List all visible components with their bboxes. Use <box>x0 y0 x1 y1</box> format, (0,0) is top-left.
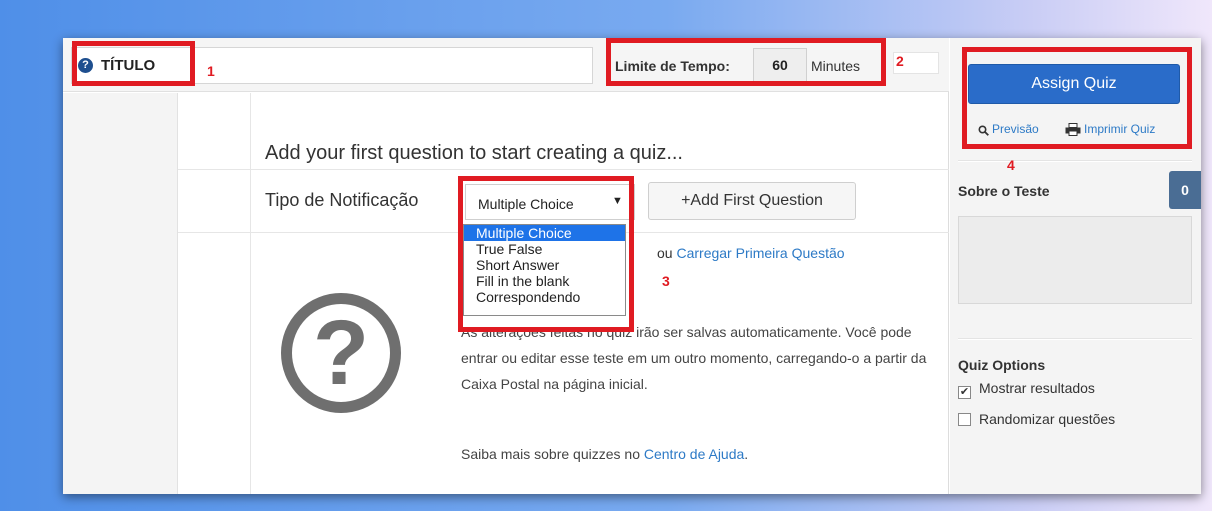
highlight-box-assign <box>962 47 1192 149</box>
or-text: ou <box>657 245 677 261</box>
help-info: Saiba mais sobre quizzes no Centro de Aj… <box>461 441 941 467</box>
show-results-checkbox[interactable]: ✔ <box>958 386 971 399</box>
question-count-badge: 0 <box>1169 171 1201 209</box>
randomize-questions-option[interactable]: Randomizar questões <box>958 411 1115 427</box>
annotation-number: 1 <box>207 63 215 79</box>
highlight-box-title <box>72 41 195 86</box>
help-suffix: . <box>744 446 749 462</box>
annotation-number: 2 <box>896 53 904 69</box>
question-mark-icon: ? <box>281 293 401 413</box>
sidebar-divider <box>958 338 1192 340</box>
help-center-link[interactable]: Centro de Ajuda <box>644 446 744 462</box>
upload-question-line: ou Carregar Primeira Questão <box>657 245 845 261</box>
column-divider <box>250 93 251 494</box>
randomize-questions-checkbox[interactable] <box>958 413 971 426</box>
show-results-label: Mostrar resultados <box>979 380 1095 396</box>
empty-quiz-heading: Add your first question to start creatin… <box>265 142 683 164</box>
highlight-box-question-type <box>458 176 634 332</box>
randomize-questions-label: Randomizar questões <box>979 411 1116 427</box>
row-divider <box>178 169 949 170</box>
upload-first-question-link[interactable]: Carregar Primeira Questão <box>676 245 844 261</box>
highlight-box-time-limit <box>606 38 886 86</box>
about-quiz-textarea[interactable] <box>958 216 1192 304</box>
help-text: Saiba mais sobre quizzes no <box>461 446 644 462</box>
sidebar-divider <box>958 160 1192 162</box>
quiz-options-title: Quiz Options <box>958 357 1046 373</box>
annotation-number: 3 <box>662 273 670 289</box>
annotation-number: 4 <box>1007 157 1015 173</box>
about-quiz-title: Sobre o Teste <box>958 183 1050 199</box>
question-list-column <box>63 93 178 494</box>
show-results-option[interactable]: ✔ Mostrar resultados <box>958 380 1095 399</box>
notification-type-label: Tipo de Notificação <box>265 190 419 210</box>
add-first-question-button[interactable]: +Add First Question <box>648 182 856 220</box>
